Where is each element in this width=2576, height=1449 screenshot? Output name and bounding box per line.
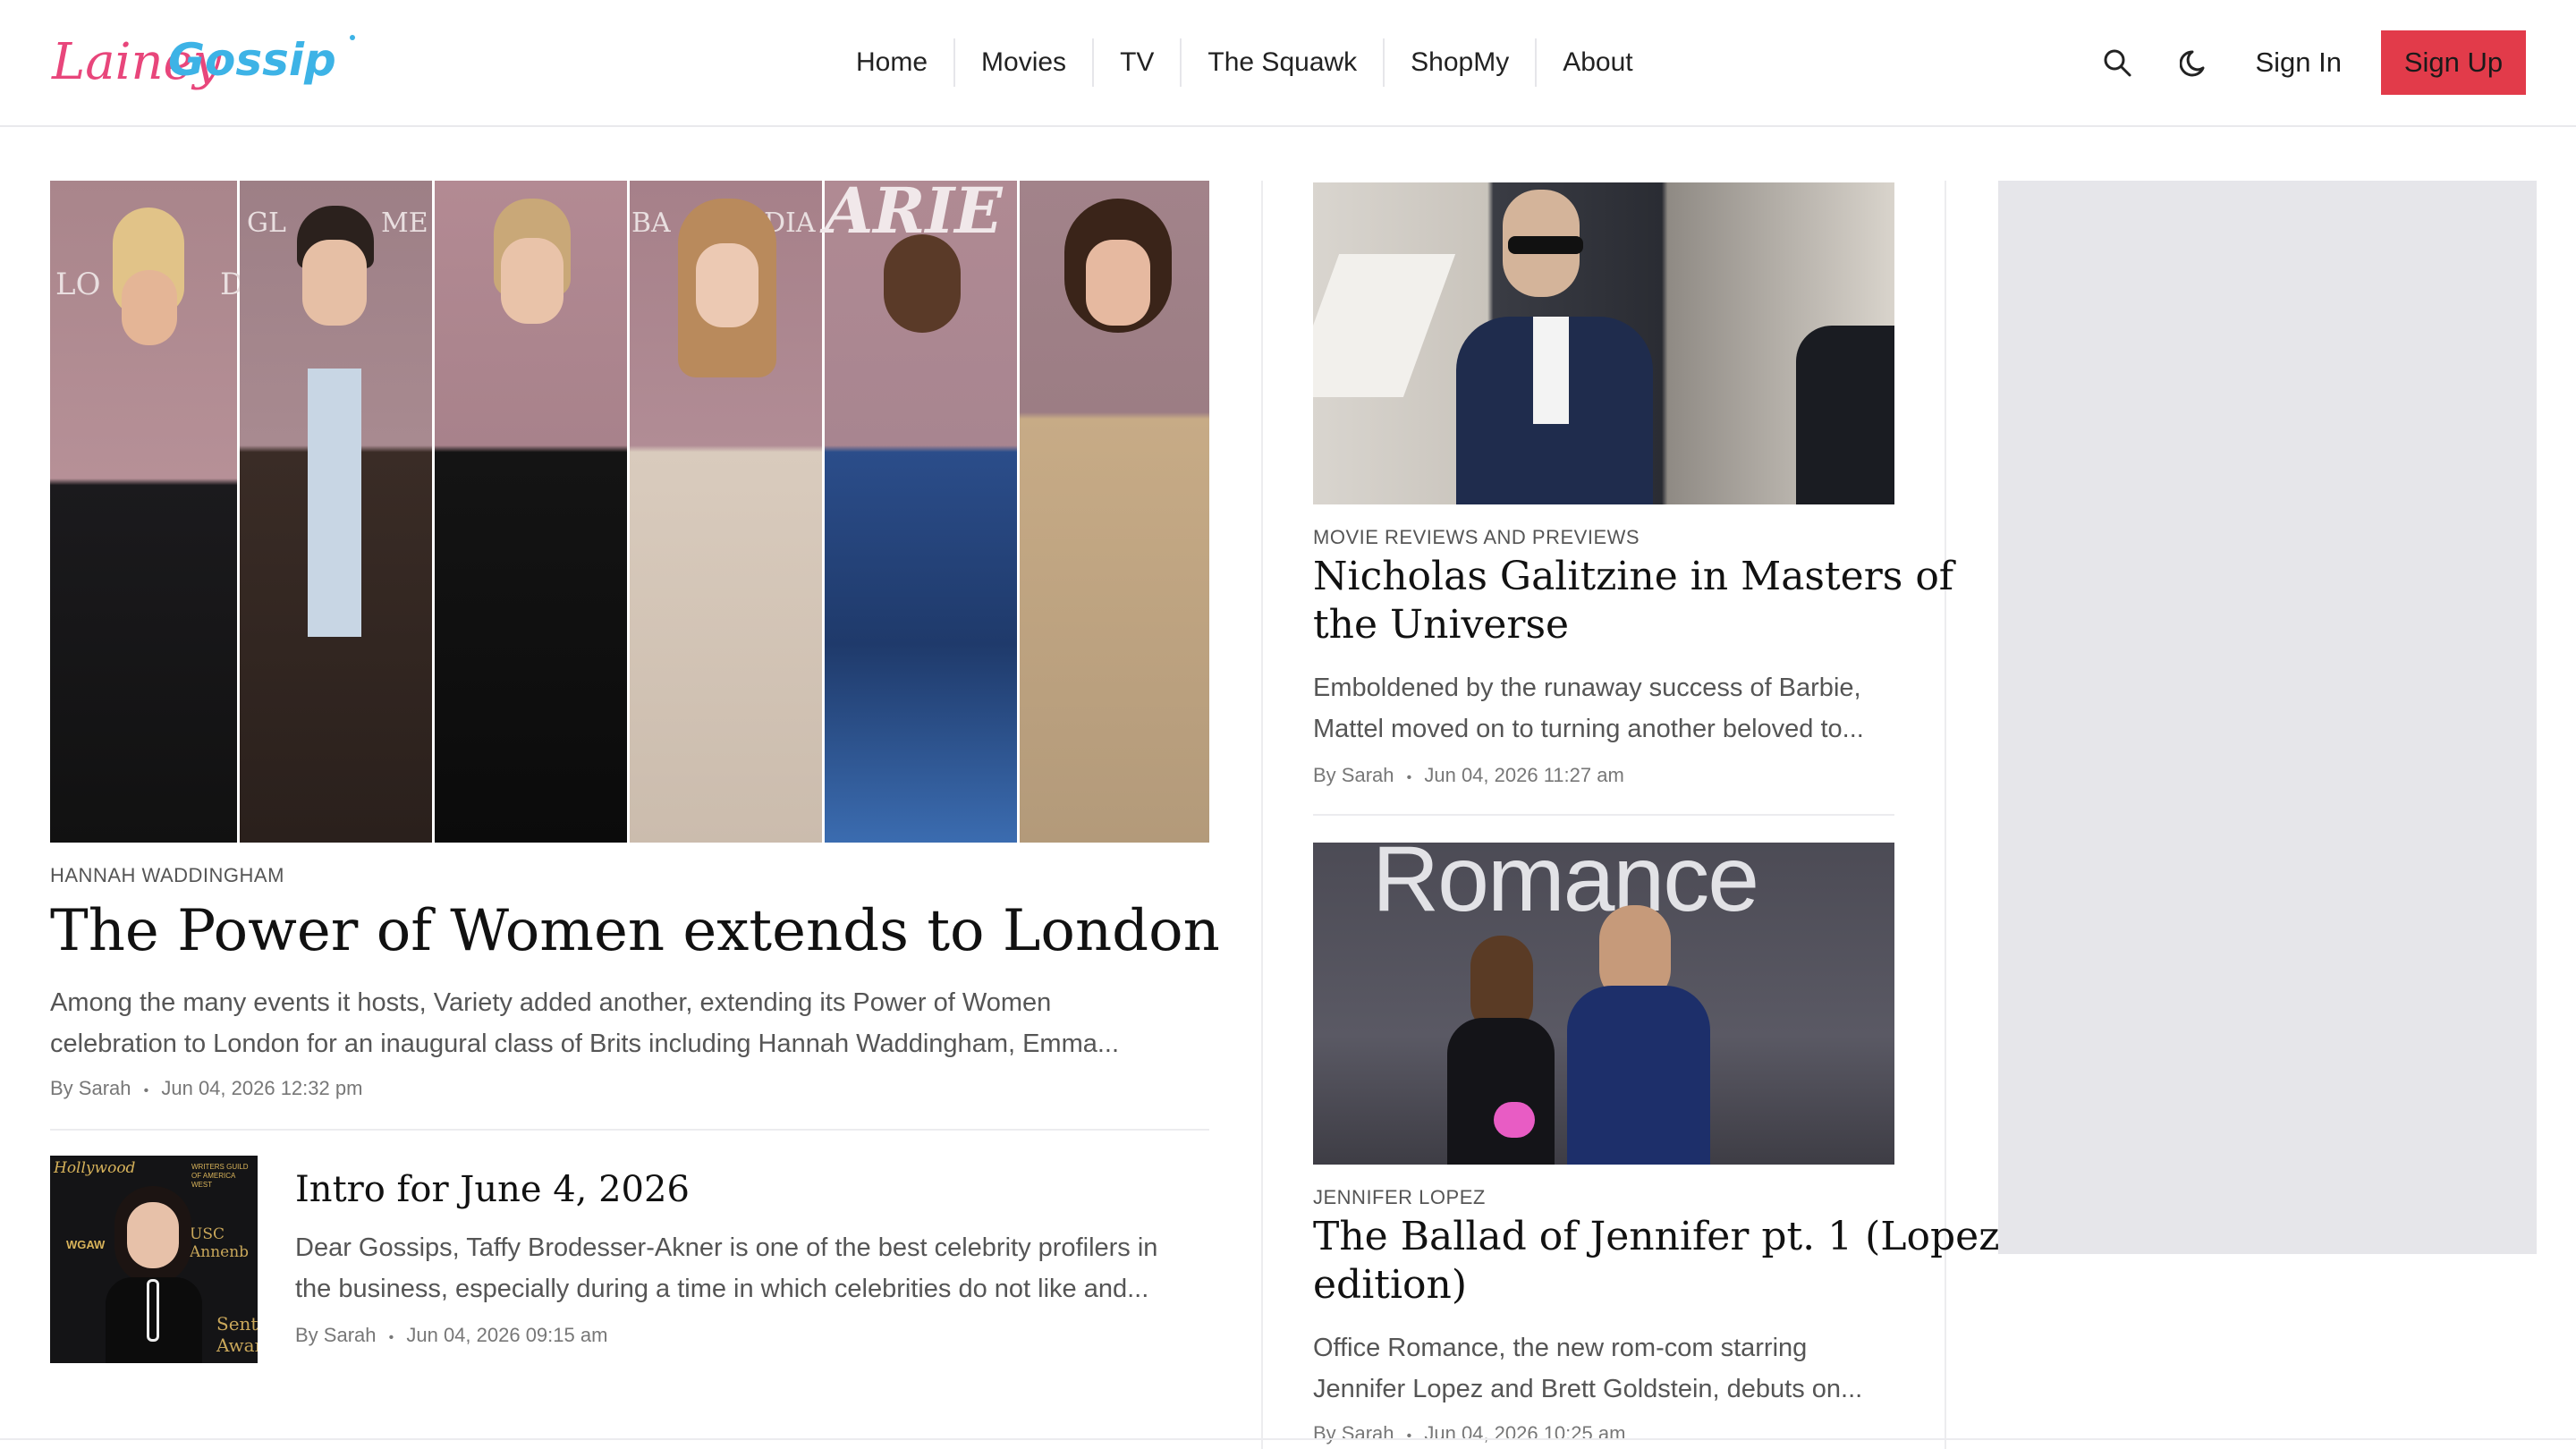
collage-panel: BA DIA	[630, 181, 825, 843]
intro-headline[interactable]: Intro for June 4, 2026	[295, 1165, 690, 1215]
side2-headline[interactable]: The Ballad of Jennifer pt. 1 (Lopez edit…	[1313, 1213, 1999, 1309]
intro-excerpt: Dear Gossips, Taffy Brodesser-Akner is o…	[295, 1227, 1157, 1309]
meta-separator: •	[1406, 770, 1412, 785]
headline-line: Nicholas Galitzine in Masters of	[1313, 554, 1954, 599]
sunglasses	[1508, 236, 1583, 254]
sign-up-button[interactable]: Sign Up	[2381, 30, 2526, 95]
timestamp: Jun 04, 2026 10:25 am	[1424, 1422, 1626, 1445]
timestamp: Jun 04, 2026 11:27 am	[1424, 764, 1624, 786]
collage-panel: GL ME	[240, 181, 435, 843]
story-separator	[1313, 814, 1894, 816]
lead-story-image[interactable]: LO D GL ME BA DIA ARIE	[50, 181, 1209, 843]
collage-panel	[1020, 181, 1209, 843]
thumb-text: WRITERS GUILD OF AMERICA WEST	[191, 1163, 249, 1189]
backdrop-text: Romance	[1372, 843, 1759, 931]
timestamp: Jun 04, 2026 09:15 am	[406, 1324, 608, 1346]
column-divider	[1261, 181, 1263, 1449]
excerpt-line: celebration to London for an inaugural c…	[50, 1030, 1120, 1058]
side1-headline[interactable]: Nicholas Galitzine in Masters of the Uni…	[1313, 553, 1953, 649]
thumb-text: Hollywood	[54, 1159, 136, 1177]
lead-meta: By Sarah • Jun 04, 2026 12:32 pm	[50, 1077, 362, 1100]
excerpt-line: Dear Gossips, Taffy Brodesser-Akner is o…	[295, 1233, 1158, 1262]
meta-separator: •	[1406, 1428, 1412, 1444]
collage-panel	[435, 181, 630, 843]
lead-kicker[interactable]: HANNAH WADDINGHAM	[50, 864, 284, 887]
moon-icon[interactable]	[2176, 43, 2216, 82]
headline-line: edition)	[1313, 1262, 1468, 1308]
author[interactable]: By Sarah	[295, 1324, 377, 1346]
author[interactable]: By Sarah	[50, 1077, 131, 1099]
meta-separator: •	[388, 1330, 394, 1345]
excerpt-line: the business, especially during a time i…	[295, 1275, 1149, 1303]
nav-the-squawk[interactable]: The Squawk	[1180, 38, 1383, 87]
ad-placeholder	[1998, 181, 2537, 1254]
nav-movies[interactable]: Movies	[953, 38, 1092, 87]
side-story-image[interactable]	[1313, 182, 1894, 504]
excerpt-line: Jennifer Lopez and Brett Goldstein, debu…	[1313, 1375, 1863, 1403]
page-separator	[0, 1438, 2576, 1440]
excerpt-line: Emboldened by the runaway success of Bar…	[1313, 674, 1861, 702]
collage-panel: LO D	[50, 181, 244, 843]
backdrop-text: ME	[381, 208, 428, 239]
side1-meta: By Sarah • Jun 04, 2026 11:27 am	[1313, 764, 1624, 787]
thumb-text: Sentin	[216, 1313, 258, 1335]
backdrop-text: GL	[247, 208, 286, 239]
search-icon[interactable]	[2097, 43, 2137, 82]
nav-home[interactable]: Home	[830, 38, 953, 87]
side2-kicker[interactable]: JENNIFER LOPEZ	[1313, 1186, 1486, 1209]
timestamp: Jun 04, 2026 12:32 pm	[161, 1077, 363, 1099]
collage-panel: ARIE	[825, 181, 1020, 843]
sign-in-link[interactable]: Sign In	[2255, 47, 2342, 79]
lead-headline[interactable]: The Power of Women extends to London	[50, 893, 1220, 970]
excerpt-line: Among the many events it hosts, Variety …	[50, 988, 1052, 1017]
author[interactable]: By Sarah	[1313, 1422, 1394, 1445]
excerpt-line: Mattel moved on to turning another belov…	[1313, 715, 1864, 743]
thumb-text: WGAW	[66, 1238, 106, 1251]
thumb-text: USC Annenb	[190, 1225, 250, 1261]
main-nav: Home Movies TV The Squawk ShopMy About	[830, 0, 1659, 125]
thumb-text: Award	[216, 1335, 258, 1356]
side1-kicker[interactable]: MOVIE REVIEWS AND PREVIEWS	[1313, 526, 1640, 549]
intro-thumbnail[interactable]: Hollywood WRITERS GUILD OF AMERICA WEST …	[50, 1156, 258, 1363]
headline-line: The Ballad of Jennifer pt. 1 (Lopez	[1313, 1214, 2000, 1259]
side1-excerpt: Emboldened by the runaway success of Bar…	[1313, 667, 1864, 750]
meta-separator: •	[143, 1083, 149, 1098]
author[interactable]: By Sarah	[1313, 764, 1394, 786]
header-actions: Sign In Sign Up	[2097, 0, 2526, 125]
registered-mark	[350, 35, 355, 40]
backdrop-text: LO	[55, 267, 101, 302]
nav-about[interactable]: About	[1535, 38, 1658, 87]
logo-word-gossip: Gossip	[168, 34, 336, 86]
intro-meta: By Sarah • Jun 04, 2026 09:15 am	[295, 1324, 607, 1347]
site-header: Lainey Gossip Home Movies TV The Squawk …	[0, 0, 2576, 127]
site-logo[interactable]: Lainey Gossip	[50, 21, 360, 104]
nav-tv[interactable]: TV	[1092, 38, 1180, 87]
pink-bow	[1494, 1102, 1535, 1138]
story-separator	[50, 1129, 1209, 1131]
headline-line: the Universe	[1313, 602, 1570, 648]
logo-graphic: Lainey Gossip	[51, 33, 355, 91]
side2-excerpt: Office Romance, the new rom-com starring…	[1313, 1327, 1862, 1410]
excerpt-line: Office Romance, the new rom-com starring	[1313, 1334, 1808, 1362]
side2-meta: By Sarah • Jun 04, 2026 10:25 am	[1313, 1422, 1625, 1445]
lead-excerpt: Among the many events it hosts, Variety …	[50, 982, 1119, 1064]
backdrop-text: BA	[631, 208, 671, 239]
nav-shopmy[interactable]: ShopMy	[1383, 38, 1535, 87]
side-story-image[interactable]: Romance	[1313, 843, 1894, 1165]
